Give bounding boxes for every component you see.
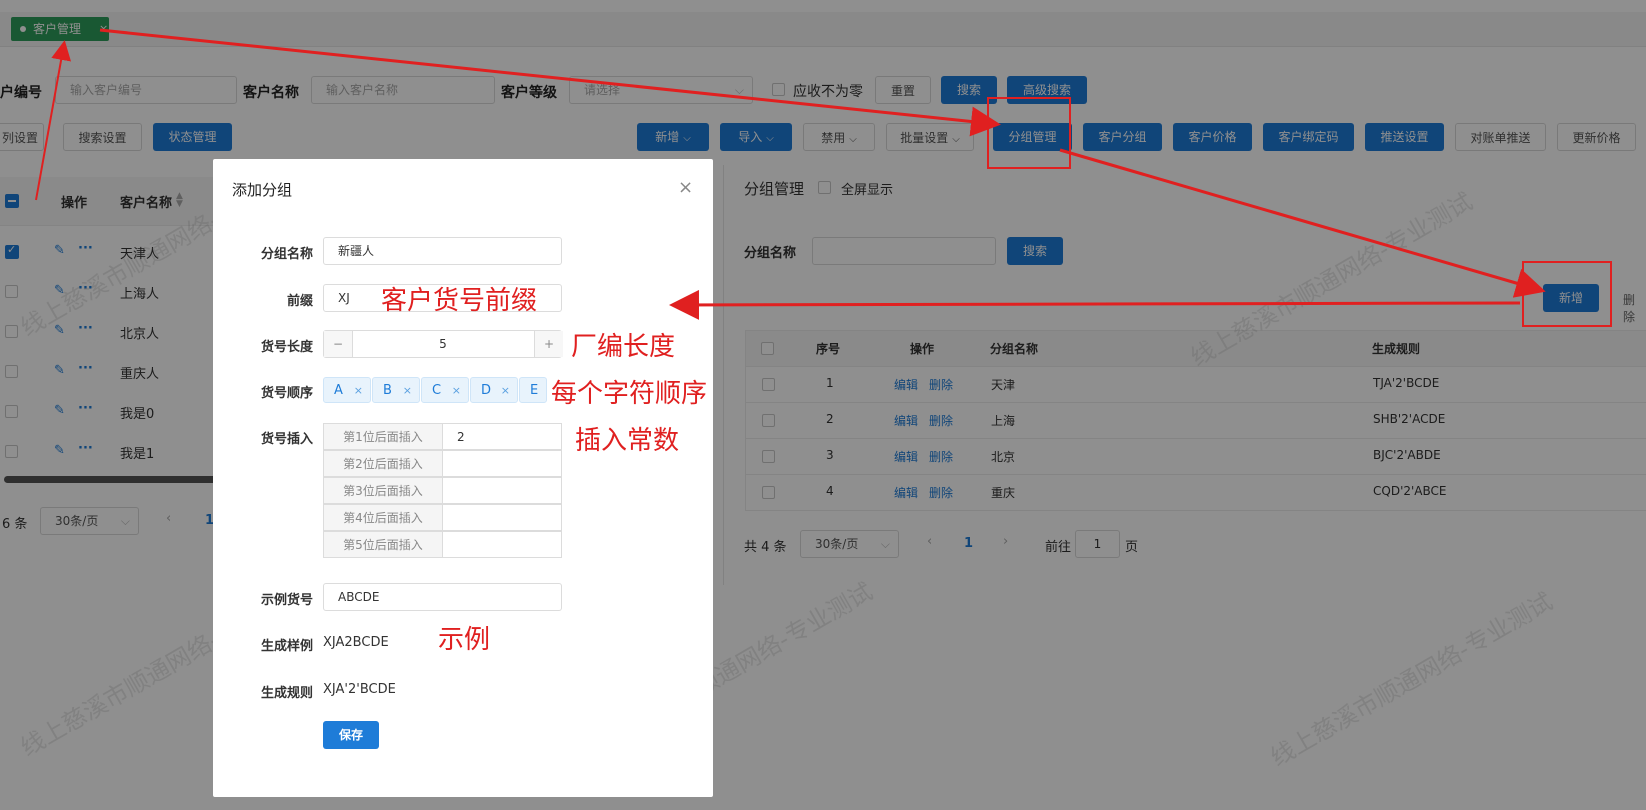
arrow-group-button-to-add (1059, 148, 1546, 298)
annotation-arrows (35, 28, 1546, 320)
arrow-add-to-prefix (669, 289, 1521, 320)
arrow-to-tab (35, 40, 72, 201)
arrow-tab-to-group-button (99, 28, 1001, 137)
